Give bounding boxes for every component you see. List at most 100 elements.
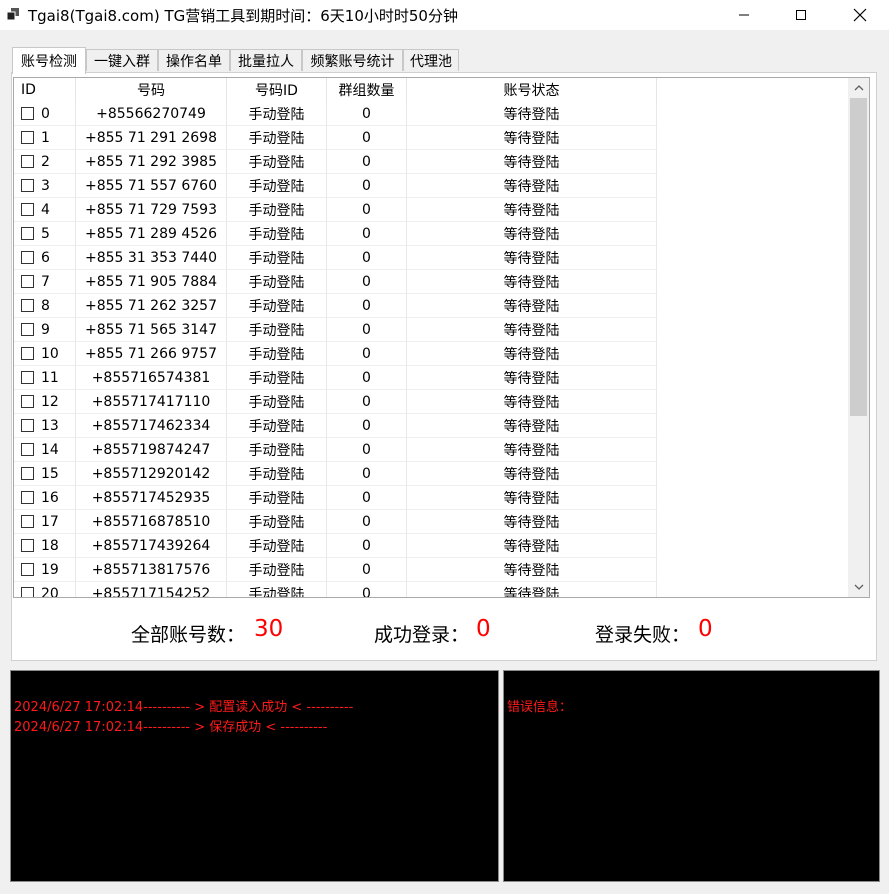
table-row[interactable]: 19 +855713817576 手动登陆 0 等待登陆 [14, 558, 848, 582]
status-cell: 等待登陆 [407, 102, 657, 126]
status-cell: 等待登陆 [407, 174, 657, 198]
phone-id-cell: 手动登陆 [227, 150, 327, 174]
phone-cell: +855717452935 [76, 486, 227, 510]
tab-account-check[interactable]: 账号检测 [12, 47, 86, 74]
phone-cell: +855713817576 [76, 558, 227, 582]
column-header-phone-id[interactable]: 号码ID [227, 78, 327, 102]
row-checkbox[interactable] [21, 515, 34, 528]
column-header-phone[interactable]: 号码 [76, 78, 227, 102]
row-checkbox[interactable] [21, 539, 34, 552]
row-checkbox[interactable] [21, 227, 34, 240]
table-row[interactable]: 9 +855 71 565 3147 手动登陆 0 等待登陆 [14, 318, 848, 342]
row-checkbox[interactable] [21, 131, 34, 144]
table-row[interactable]: 4 +855 71 729 7593 手动登陆 0 等待登陆 [14, 198, 848, 222]
table-row[interactable]: 15 +855712920142 手动登陆 0 等待登陆 [14, 462, 848, 486]
row-id: 20 [41, 585, 59, 598]
row-id: 11 [41, 369, 59, 386]
phone-id-cell: 手动登陆 [227, 174, 327, 198]
table-row[interactable]: 10 +855 71 266 9757 手动登陆 0 等待登陆 [14, 342, 848, 366]
table-row[interactable]: 16 +855717452935 手动登陆 0 等待登陆 [14, 486, 848, 510]
phone-id-cell: 手动登陆 [227, 246, 327, 270]
row-checkbox[interactable] [21, 347, 34, 360]
row-id: 6 [41, 249, 50, 266]
table-row[interactable]: 1 +855 71 291 2698 手动登陆 0 等待登陆 [14, 126, 848, 150]
table-row[interactable]: 7 +855 71 905 7884 手动登陆 0 等待登陆 [14, 270, 848, 294]
row-checkbox[interactable] [21, 251, 34, 264]
phone-id-cell: 手动登陆 [227, 582, 327, 597]
group-count-cell: 0 [327, 294, 407, 318]
phone-cell: +855719874247 [76, 438, 227, 462]
group-count-cell: 0 [327, 510, 407, 534]
table-row[interactable]: 12 +855717417110 手动登陆 0 等待登陆 [14, 390, 848, 414]
vertical-scrollbar[interactable] [848, 78, 869, 597]
login-fail-label: 登录失败： [595, 624, 691, 646]
id-cell: 5 [14, 222, 76, 246]
phone-cell: +855717154252 [76, 582, 227, 597]
phone-id-cell: 手动登陆 [227, 294, 327, 318]
row-checkbox[interactable] [21, 275, 34, 288]
log-panel[interactable]: 2024/6/27 17:02:14---------- > 配置读入成功 < … [10, 670, 499, 882]
row-checkbox[interactable] [21, 419, 34, 432]
phone-id-cell: 手动登陆 [227, 102, 327, 126]
table-row[interactable]: 3 +855 71 557 6760 手动登陆 0 等待登陆 [14, 174, 848, 198]
table-row[interactable]: 8 +855 71 262 3257 手动登陆 0 等待登陆 [14, 294, 848, 318]
scroll-down-button[interactable] [848, 577, 869, 597]
phone-cell: +855716574381 [76, 366, 227, 390]
minimize-button[interactable] [721, 0, 767, 30]
row-checkbox[interactable] [21, 179, 34, 192]
close-button[interactable] [837, 0, 883, 30]
tab-operation-list[interactable]: 操作名单 [158, 49, 230, 71]
phone-cell: +855717417110 [76, 390, 227, 414]
row-checkbox[interactable] [21, 299, 34, 312]
row-checkbox[interactable] [21, 371, 34, 384]
row-id: 2 [41, 153, 50, 170]
minimize-icon [739, 14, 749, 16]
table-row[interactable]: 13 +855717462334 手动登陆 0 等待登陆 [14, 414, 848, 438]
phone-id-cell: 手动登陆 [227, 438, 327, 462]
group-count-cell: 0 [327, 390, 407, 414]
table-row[interactable]: 6 +855 31 353 7440 手动登陆 0 等待登陆 [14, 246, 848, 270]
table-row[interactable]: 0 +85566270749 手动登陆 0 等待登陆 [14, 102, 848, 126]
status-cell: 等待登陆 [407, 270, 657, 294]
row-checkbox[interactable] [21, 563, 34, 576]
chevron-up-icon [854, 85, 863, 91]
status-cell: 等待登陆 [407, 246, 657, 270]
row-checkbox[interactable] [21, 155, 34, 168]
phone-cell: +855716878510 [76, 510, 227, 534]
column-header-status[interactable]: 账号状态 [407, 78, 657, 102]
tab-frequent-stats[interactable]: 频繁账号统计 [302, 49, 403, 71]
table-row[interactable]: 5 +855 71 289 4526 手动登陆 0 等待登陆 [14, 222, 848, 246]
id-cell: 13 [14, 414, 76, 438]
tab-join-group[interactable]: 一键入群 [86, 49, 158, 71]
tab-batch-pull[interactable]: 批量拉人 [230, 49, 302, 71]
row-checkbox[interactable] [21, 467, 34, 480]
table-row[interactable]: 20 +855717154252 手动登陆 0 等待登陆 [14, 582, 848, 598]
id-cell: 6 [14, 246, 76, 270]
status-cell: 等待登陆 [407, 366, 657, 390]
column-header-group-count[interactable]: 群组数量 [327, 78, 407, 102]
row-checkbox[interactable] [21, 587, 34, 597]
row-checkbox[interactable] [21, 107, 34, 120]
table-row[interactable]: 11 +855716574381 手动登陆 0 等待登陆 [14, 366, 848, 390]
id-cell: 0 [14, 102, 76, 126]
table-row[interactable]: 14 +855719874247 手动登陆 0 等待登陆 [14, 438, 848, 462]
row-checkbox[interactable] [21, 395, 34, 408]
maximize-button[interactable] [778, 0, 824, 30]
phone-id-cell: 手动登陆 [227, 534, 327, 558]
error-panel[interactable]: 错误信息： [503, 670, 880, 882]
log-line: 2024/6/27 17:02:14---------- > 保存成功 < --… [14, 720, 328, 735]
table-row[interactable]: 18 +855717439264 手动登陆 0 等待登陆 [14, 534, 848, 558]
row-id: 19 [41, 561, 59, 578]
row-checkbox[interactable] [21, 443, 34, 456]
scroll-up-button[interactable] [848, 78, 869, 98]
row-id: 0 [41, 105, 50, 122]
account-table[interactable]: ID 号码 号码ID 群组数量 账号状态 0 +85566270749 手动登陆 0 等… [13, 77, 870, 598]
row-checkbox[interactable] [21, 323, 34, 336]
tab-proxy-pool[interactable]: 代理池 [403, 49, 459, 71]
scroll-thumb[interactable] [850, 98, 867, 416]
row-checkbox[interactable] [21, 491, 34, 504]
table-row[interactable]: 17 +855716878510 手动登陆 0 等待登陆 [14, 510, 848, 534]
row-checkbox[interactable] [21, 203, 34, 216]
column-header-id[interactable]: ID [14, 78, 76, 102]
table-row[interactable]: 2 +855 71 292 3985 手动登陆 0 等待登陆 [14, 150, 848, 174]
